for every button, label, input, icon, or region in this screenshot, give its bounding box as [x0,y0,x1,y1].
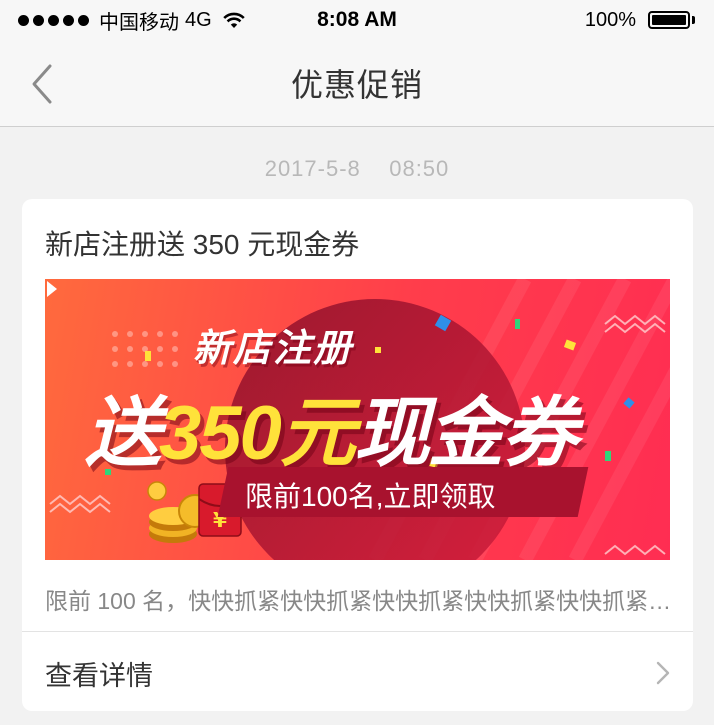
network-type: 4G [185,8,212,31]
back-chevron-icon[interactable] [24,62,64,106]
banner-headline-suffix: 现金券 [353,391,578,476]
view-details-row[interactable]: 查看详情 [22,632,693,711]
signal-strength-icon [18,14,89,26]
status-left: 中国移动 4G [0,6,246,35]
promotion-banner-image[interactable]: ¥ 新店注册 送350元现金券 限前100名,立即领取 [45,279,670,560]
promotion-description: 限前 100 名，快快抓紧快快抓紧快快抓紧快快抓紧快快抓紧快快抓紧 [45,588,673,614]
status-bar: 中国移动 4G 8:08 AM 100% [0,0,714,40]
status-right: 100% [585,9,714,32]
navigation-bar: 优惠促销 [0,40,714,127]
view-details-label: 查看详情 [45,661,153,691]
chevron-right-icon [656,661,670,685]
promotion-title: 新店注册送 350 元现金券 [45,229,360,260]
wifi-icon [222,12,245,28]
page-title: 优惠促销 [290,67,423,103]
play-triangle-icon [47,281,57,297]
battery-icon [648,10,696,30]
banner-headline-main: 送350元现金券 [85,371,578,481]
banner-headline-amount: 350元 [159,391,356,476]
battery-percentage: 100% [584,8,636,31]
carrier-name: 中国移动 [99,11,179,34]
battery-level-fill [652,15,686,25]
banner-headline-prefix: 送 [85,391,161,476]
promotion-card[interactable]: 新店注册送 350 元现金券 ¥ 新店注册 送350元现金券 限前100名,立即… [22,199,693,711]
banner-cta-text: 限前100名,立即领取 [245,481,496,512]
message-timestamp: 2017-5-8 08:50 [264,156,450,181]
banner-headline-top: 新店注册 [193,328,354,370]
